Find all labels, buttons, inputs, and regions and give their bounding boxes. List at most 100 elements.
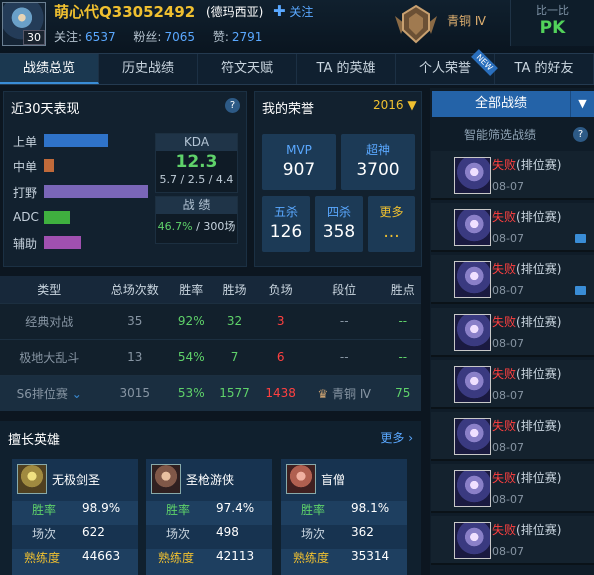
stat-label: 粉丝: (133, 30, 162, 44)
cell: 32 (211, 302, 258, 339)
tab-friends[interactable]: TA 的好友 (495, 54, 594, 84)
match-row[interactable]: 失败(排位赛) 08-07 (431, 516, 594, 566)
match-date: 08-07 (492, 545, 524, 559)
honor-legendary[interactable]: 超神 3700 (341, 134, 415, 190)
games-count: / 300场 (196, 220, 236, 233)
match-result: 失败(排位赛) (492, 419, 562, 433)
cell: S6排位赛 ⌄ (0, 374, 99, 411)
role-bar (44, 159, 54, 172)
cell: 经典对战 (0, 302, 99, 339)
row-value: 42113 (216, 549, 255, 563)
smart-filter[interactable]: 智能筛选战绩 ? (432, 124, 594, 146)
row-label: 熟练度 (24, 551, 61, 565)
follow-button[interactable]: ✚ 关注 (273, 2, 313, 20)
match-date: 08-07 (492, 441, 524, 454)
more-link[interactable]: 更多 › (380, 429, 413, 446)
role-bar (44, 185, 148, 198)
recent-performance-panel: 近30天表现 ? 上单 中单 打野 ADC 辅助 KDA 12.3 5.7 / … (3, 91, 247, 267)
help-icon[interactable]: ? (225, 98, 240, 113)
chevron-down-icon[interactable]: ⌄ (72, 387, 82, 401)
cell: 75 (384, 374, 421, 411)
table-row[interactable]: S6排位赛 ⌄ 3015 53% 1577 1438 ♛ 青铜 Ⅳ 75 (0, 374, 421, 411)
pk-compare-button[interactable]: 比一比 PK (510, 0, 594, 46)
panel-title: 擅长英雄 (8, 433, 61, 448)
match-date: 08-07 (492, 180, 524, 193)
champion-icon (151, 464, 181, 494)
best-champions-panel: 擅长英雄 更多 › 无极剑圣 胜率 98.9% 场次 622 熟练度 44663 圣枪… (0, 421, 421, 575)
record-title: 战 绩 (156, 197, 237, 214)
kda-detail: 5.7 / 2.5 / 4.4 (159, 173, 234, 186)
role-bar (44, 211, 70, 224)
honor-pentakill[interactable]: 五杀 126 (262, 196, 310, 252)
match-row[interactable]: 失败(排位赛) 08-07 (431, 255, 594, 305)
champion-card[interactable]: 无极剑圣 胜率 98.9% 场次 622 熟练度 44663 (12, 459, 138, 575)
champion-card[interactable]: 盲僧 胜率 98.1% 场次 362 熟练度 35314 (281, 459, 407, 575)
honor-more[interactable]: 更多 ... (368, 196, 415, 252)
row-value: 97.4% (216, 501, 255, 515)
cell: 3015 (98, 374, 172, 411)
champion-icon (454, 470, 491, 508)
video-icon[interactable] (575, 234, 586, 244)
chevron-right-icon: › (408, 431, 413, 445)
cell: -- (303, 338, 385, 375)
cell: 7 (211, 338, 258, 375)
champion-icon (454, 261, 491, 299)
kda-box: KDA 12.3 5.7 / 2.5 / 4.4 (155, 133, 238, 193)
honor-value: 126 (269, 222, 303, 242)
row-value: 44663 (82, 549, 121, 563)
kda-value: 12.3 (175, 152, 218, 172)
match-result: 失败(排位赛) (492, 158, 562, 172)
plus-icon: ✚ (273, 2, 286, 20)
champion-card[interactable]: 圣枪游侠 胜率 97.4% 场次 498 熟练度 42113 (146, 459, 272, 575)
honor-label: 四杀 (326, 205, 351, 219)
rank-small-icon: ♛ (317, 386, 329, 401)
tab-bar: 战绩总览 历史战绩 符文天赋 TA 的英雄 个人荣誉 NEW TA 的好友 (0, 49, 594, 85)
player-name: 萌心代Q33052492 (54, 3, 196, 21)
match-row[interactable]: 失败(排位赛) 08-07 (431, 412, 594, 461)
row-label: 场次 (301, 527, 326, 541)
follow-label: 关注 (289, 5, 314, 19)
tab-champions[interactable]: TA 的英雄 (297, 54, 396, 84)
champion-icon (17, 464, 47, 494)
match-row[interactable]: 失败(排位赛) 08-07 (431, 359, 594, 409)
year-select[interactable]: 2016 ▼ (373, 98, 417, 112)
honor-label: 超神 (365, 143, 390, 157)
caret-down-icon: ▼ (407, 98, 417, 112)
tab-overview[interactable]: 战绩总览 (0, 54, 99, 84)
match-row[interactable]: 失败(排位赛) 08-07 (431, 464, 594, 514)
row-value: 498 (216, 525, 239, 539)
match-result: 失败(排位赛) (492, 314, 562, 329)
all-games-button[interactable]: 全部战绩 (432, 91, 570, 117)
tab-history[interactable]: 历史战绩 (99, 54, 198, 84)
row-label: 熟练度 (293, 551, 330, 565)
champion-icon (454, 365, 491, 403)
stat-value: 2791 (231, 30, 263, 44)
col-header: 负场 (257, 276, 304, 303)
avatar[interactable]: 30 (2, 2, 46, 46)
honor-label: 更多 (379, 205, 404, 219)
match-row[interactable]: 失败(排位赛) 08-07 (431, 151, 594, 200)
honor-quadrakill[interactable]: 四杀 358 (315, 196, 363, 252)
honor-mvp[interactable]: MVP 907 (262, 134, 336, 190)
help-icon[interactable]: ? (573, 127, 588, 142)
tab-honor[interactable]: 个人荣誉 NEW (396, 49, 498, 84)
honor-label: MVP (286, 143, 312, 157)
social-stats: 关注: 6537 粉丝: 7065 赞: 2791 (54, 28, 276, 45)
champion-name: 盲僧 (321, 473, 346, 487)
match-date: 08-07 (492, 388, 524, 402)
tab-runes[interactable]: 符文天赋 (198, 54, 297, 84)
stat-label: 赞: (212, 30, 229, 44)
row-value: 35314 (351, 549, 390, 563)
panel-title: 近30天表现 (11, 102, 80, 117)
honor-value: 3700 (356, 160, 400, 180)
chevron-down-icon[interactable]: ▼ (570, 91, 594, 117)
honor-value: 358 (322, 222, 356, 242)
kda-title: KDA (156, 134, 237, 151)
mode-stats-table: 类型 总场次数 胜率 胜场 负场 段位 胜点 经典对战 35 92% 32 3 … (0, 276, 421, 411)
champion-icon (454, 313, 491, 351)
video-icon[interactable] (575, 286, 586, 296)
champion-name: 无极剑圣 (52, 473, 101, 487)
match-row[interactable]: 失败(排位赛) 08-07 (431, 307, 594, 357)
champion-icon (454, 209, 491, 247)
match-row[interactable]: 失败(排位赛) 08-07 (431, 203, 594, 253)
